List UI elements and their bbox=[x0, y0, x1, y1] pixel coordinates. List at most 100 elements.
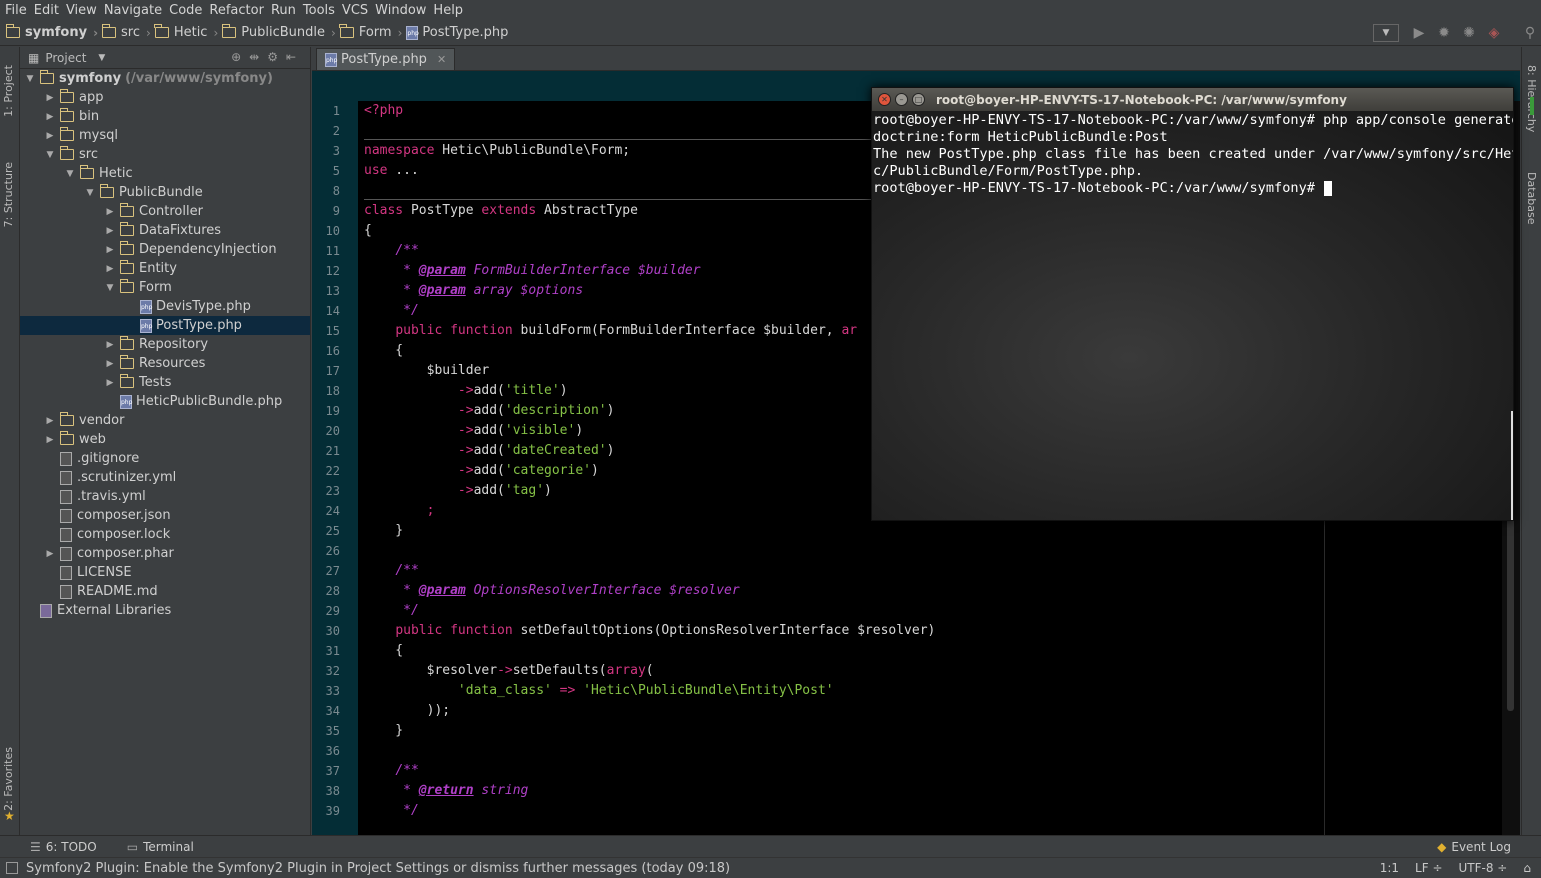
project-panel-actions[interactable]: ⊕⇹⚙⇤ bbox=[231, 50, 304, 64]
run-config-dropdown[interactable]: ▼ bbox=[1373, 24, 1399, 42]
code-line[interactable]: 34 )); bbox=[326, 701, 1500, 721]
code-line[interactable]: 29 */ bbox=[326, 601, 1500, 621]
tool-tab-database[interactable]: Database bbox=[1525, 172, 1538, 225]
terminal-titlebar[interactable]: ✕ – □ root@boyer-HP-ENVY-TS-17-Notebook-… bbox=[872, 88, 1513, 111]
tree-item[interactable]: composer.json bbox=[20, 506, 310, 525]
collapsed-arrow-icon[interactable]: ▶ bbox=[104, 359, 116, 369]
code-line[interactable]: 26 bbox=[326, 541, 1500, 561]
menu-window[interactable]: Window bbox=[374, 3, 432, 18]
menu-view[interactable]: View bbox=[65, 3, 103, 18]
tree-item[interactable]: ▶ Entity bbox=[20, 259, 310, 278]
code-line[interactable]: 25 } bbox=[326, 521, 1500, 541]
chevron-down-icon[interactable]: ▼ bbox=[98, 53, 105, 63]
code-line[interactable]: 36 bbox=[326, 741, 1500, 761]
tree-item[interactable]: php DevisType.php bbox=[20, 297, 310, 316]
caret-position[interactable]: 1:1 bbox=[1380, 861, 1399, 875]
expanded-arrow-icon[interactable]: ▼ bbox=[64, 169, 76, 179]
expanded-arrow-icon[interactable]: ▼ bbox=[104, 283, 116, 293]
code-line[interactable]: 37 /** bbox=[326, 761, 1500, 781]
breadcrumb-item[interactable]: php PostType.php bbox=[406, 25, 508, 40]
tree-item[interactable]: ▼ Form bbox=[20, 278, 310, 297]
tree-item[interactable]: External Libraries bbox=[20, 601, 310, 620]
tree-item[interactable]: ▶ web bbox=[20, 430, 310, 449]
collapsed-arrow-icon[interactable]: ▶ bbox=[104, 264, 116, 274]
collapsed-arrow-icon[interactable]: ▶ bbox=[44, 112, 56, 122]
search-everywhere-icon[interactable]: ⚲ bbox=[1519, 23, 1541, 43]
debug-icon[interactable]: ✹ bbox=[1433, 23, 1455, 43]
code-line[interactable]: 31 { bbox=[326, 641, 1500, 661]
expanded-arrow-icon[interactable]: ▼ bbox=[84, 188, 96, 198]
tree-item[interactable]: ▶ composer.phar bbox=[20, 544, 310, 563]
menu-code[interactable]: Code bbox=[168, 3, 208, 18]
tab-posttype-php[interactable]: php PostType.php ✕ bbox=[316, 48, 456, 70]
menu-edit[interactable]: Edit bbox=[33, 3, 65, 18]
tool-windows-toggle-icon[interactable] bbox=[6, 862, 18, 874]
tree-item[interactable]: ▶ vendor bbox=[20, 411, 310, 430]
terminal-window[interactable]: ✕ – □ root@boyer-HP-ENVY-TS-17-Notebook-… bbox=[871, 87, 1514, 521]
menu-vcs[interactable]: VCS bbox=[341, 3, 374, 18]
collapsed-arrow-icon[interactable]: ▶ bbox=[104, 378, 116, 388]
tree-item[interactable]: ▶ DataFixtures bbox=[20, 221, 310, 240]
code-line[interactable]: 35 } bbox=[326, 721, 1500, 741]
tree-item[interactable]: composer.lock bbox=[20, 525, 310, 544]
collapsed-arrow-icon[interactable]: ▶ bbox=[104, 226, 116, 236]
tree-item[interactable]: .scrutinizer.yml bbox=[20, 468, 310, 487]
profiler-icon[interactable]: ◈ bbox=[1483, 23, 1505, 43]
tree-item[interactable]: ▼ symfony (/var/www/symfony) bbox=[20, 69, 310, 88]
collapsed-arrow-icon[interactable]: ▶ bbox=[44, 131, 56, 141]
tree-item[interactable]: php PostType.php bbox=[20, 316, 310, 335]
menu-tools[interactable]: Tools bbox=[302, 3, 341, 18]
collapsed-arrow-icon[interactable]: ▶ bbox=[104, 340, 116, 350]
tree-item[interactable]: ▶ mysql bbox=[20, 126, 310, 145]
terminal-scrollbar[interactable] bbox=[1511, 411, 1513, 520]
expanded-arrow-icon[interactable]: ▼ bbox=[24, 74, 36, 84]
tree-item[interactable]: ▶ bin bbox=[20, 107, 310, 126]
collapsed-arrow-icon[interactable]: ▶ bbox=[44, 435, 56, 445]
code-line[interactable]: 30 public function setDefaultOptions(Opt… bbox=[326, 621, 1500, 641]
close-icon[interactable]: ✕ bbox=[437, 53, 446, 66]
code-line[interactable]: 27 /** bbox=[326, 561, 1500, 581]
collapsed-arrow-icon[interactable]: ▶ bbox=[44, 416, 56, 426]
tool-tab-structure[interactable]: 7: Structure bbox=[2, 162, 15, 227]
code-line[interactable]: 38 * @return string bbox=[326, 781, 1500, 801]
tree-item[interactable]: ▶ Resources bbox=[20, 354, 310, 373]
menu-file[interactable]: File bbox=[4, 3, 33, 18]
minimize-window-button[interactable]: – bbox=[895, 93, 908, 106]
project-panel-title[interactable]: Project bbox=[45, 51, 86, 65]
tree-item[interactable]: ▶ Controller bbox=[20, 202, 310, 221]
tree-item[interactable]: ▶ app bbox=[20, 88, 310, 107]
tool-tab-favorites[interactable]: 2: Favorites bbox=[2, 747, 15, 811]
terminal-output[interactable]: root@boyer-HP-ENVY-TS-17-Notebook-PC:/va… bbox=[872, 111, 1513, 520]
tree-item[interactable]: ▼ Hetic bbox=[20, 164, 310, 183]
lock-icon[interactable]: ⌂ bbox=[1523, 861, 1531, 875]
tree-item[interactable]: php HeticPublicBundle.php bbox=[20, 392, 310, 411]
file-encoding[interactable]: UTF-8 ÷ bbox=[1459, 861, 1508, 875]
tree-item[interactable]: .travis.yml bbox=[20, 487, 310, 506]
close-window-button[interactable]: ✕ bbox=[878, 93, 891, 106]
menu-run[interactable]: Run bbox=[270, 3, 302, 18]
collapsed-arrow-icon[interactable]: ▶ bbox=[44, 549, 56, 559]
event-log-button[interactable]: ◆ Event Log bbox=[1437, 840, 1511, 854]
tree-item[interactable]: ▼ PublicBundle bbox=[20, 183, 310, 202]
breadcrumb-item[interactable]: src › bbox=[101, 24, 151, 40]
todo-tool-button[interactable]: ☰ 6: TODO bbox=[30, 840, 97, 854]
tree-item[interactable]: ▶ DependencyInjection bbox=[20, 240, 310, 259]
tree-item[interactable]: LICENSE bbox=[20, 563, 310, 582]
collapsed-arrow-icon[interactable]: ▶ bbox=[44, 93, 56, 103]
menu-refactor[interactable]: Refactor bbox=[208, 3, 270, 18]
breadcrumb-item[interactable]: Hetic › bbox=[154, 24, 218, 40]
collapsed-arrow-icon[interactable]: ▶ bbox=[104, 245, 116, 255]
code-line[interactable]: 33 'data_class' => 'Hetic\PublicBundle\E… bbox=[326, 681, 1500, 701]
collapsed-arrow-icon[interactable]: ▶ bbox=[104, 207, 116, 217]
tree-item[interactable]: .gitignore bbox=[20, 449, 310, 468]
status-message[interactable]: Symfony2 Plugin: Enable the Symfony2 Plu… bbox=[26, 861, 730, 876]
breadcrumb-item[interactable]: PublicBundle › bbox=[221, 24, 336, 40]
tree-item[interactable]: ▶ Repository bbox=[20, 335, 310, 354]
menu-navigate[interactable]: Navigate bbox=[103, 3, 168, 18]
tool-tab-project[interactable]: 1: Project bbox=[2, 65, 15, 117]
expanded-arrow-icon[interactable]: ▼ bbox=[44, 150, 56, 160]
breadcrumb-item[interactable]: Form › bbox=[339, 24, 402, 40]
tree-item[interactable]: ▶ Tests bbox=[20, 373, 310, 392]
line-separator[interactable]: LF ÷ bbox=[1415, 861, 1442, 875]
terminal-tool-button[interactable]: ▭ Terminal bbox=[127, 840, 194, 854]
